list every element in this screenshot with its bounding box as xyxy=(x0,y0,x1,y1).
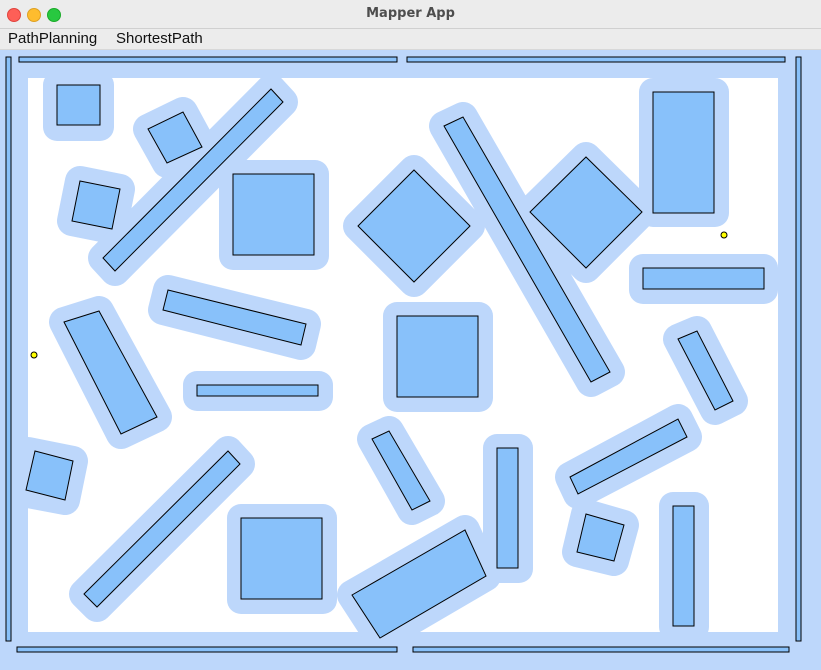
wall-right xyxy=(795,56,802,642)
obstacle xyxy=(240,517,323,600)
wall-bottom-left xyxy=(16,646,398,653)
menu-path-planning[interactable]: PathPlanning xyxy=(8,30,97,47)
menu-shortest-path[interactable]: ShortestPath xyxy=(116,30,203,47)
obstacle xyxy=(642,267,765,290)
obstacle xyxy=(357,169,471,283)
window-title: Mapper App xyxy=(366,6,455,21)
map-svg[interactable] xyxy=(0,50,821,670)
obstacle xyxy=(232,173,315,256)
wall-left xyxy=(5,56,12,642)
obstacle xyxy=(496,447,519,569)
obstacle xyxy=(672,505,695,627)
wall-bottom-right xyxy=(412,646,790,653)
map-point[interactable] xyxy=(30,351,38,359)
wall-top-right xyxy=(406,56,786,63)
obstacle xyxy=(396,315,479,398)
obstacle xyxy=(652,91,715,214)
obstacle xyxy=(71,180,121,230)
wall-top-left xyxy=(18,56,398,63)
obstacle xyxy=(56,84,101,126)
map-canvas[interactable] xyxy=(0,50,821,670)
obstacle xyxy=(196,384,319,397)
obstacle xyxy=(83,450,241,608)
map-point[interactable] xyxy=(720,231,728,239)
menu-bar: PathPlanning ShortestPath xyxy=(0,29,821,50)
title-bar: Mapper App xyxy=(0,0,821,29)
